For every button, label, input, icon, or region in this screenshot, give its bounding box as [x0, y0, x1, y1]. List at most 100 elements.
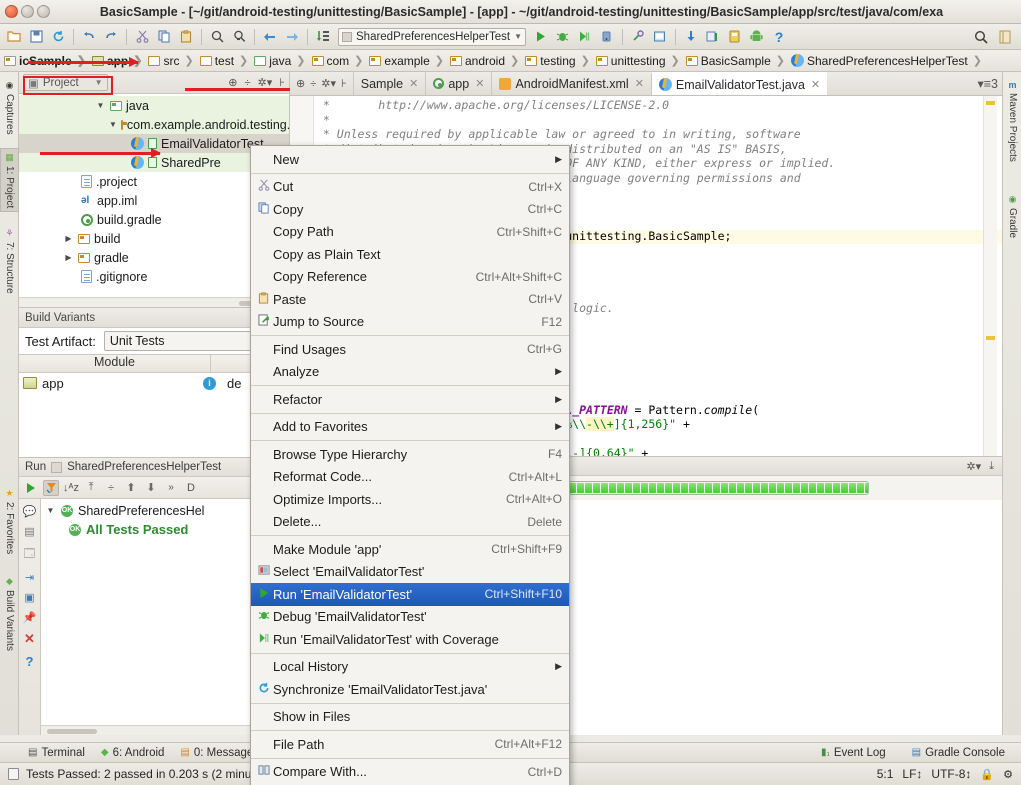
lock-icon[interactable]: 🔒	[980, 768, 994, 781]
project-horizontal-scrollbar[interactable]	[19, 297, 289, 307]
help-icon[interactable]: ?	[769, 27, 789, 47]
breadcrumb-item-test[interactable]: test ❯	[198, 54, 253, 68]
menu-item-cut[interactable]: Cut Ctrl+X	[251, 176, 569, 199]
menu-item-copy-path[interactable]: Copy Path Ctrl+Shift+C	[251, 221, 569, 244]
replace-icon[interactable]	[229, 27, 249, 47]
sync-project-icon[interactable]	[725, 27, 745, 47]
editor-tab-overflow[interactable]: ▾≡3	[977, 76, 1002, 91]
breadcrumb-item-testing[interactable]: testing ❯	[523, 54, 594, 68]
maximize-window-icon[interactable]	[37, 5, 50, 18]
minimize-window-icon[interactable]	[21, 5, 34, 18]
scrollbar-thumb[interactable]	[47, 729, 97, 734]
bottom-item-android[interactable]: ◆ 6: Android	[95, 746, 171, 760]
vcs-commit-icon[interactable]	[703, 27, 723, 47]
breadcrumb-item-unittesting[interactable]: unittesting ❯	[594, 54, 684, 68]
menu-item-show-in-files[interactable]: Show in Files	[251, 706, 569, 729]
menu-item-optimize-imports[interactable]: Optimize Imports... Ctrl+Alt+O	[251, 488, 569, 511]
expand-twisty-icon[interactable]: ▼	[95, 101, 106, 110]
menu-item-analyze[interactable]: Analyze ▶	[251, 361, 569, 384]
open-icon[interactable]	[4, 27, 24, 47]
warning-marker[interactable]	[986, 336, 995, 340]
project-view-selector[interactable]: ▣ Project ▼	[23, 74, 108, 91]
tree-row-app-iml[interactable]: ǝl app.iml	[19, 191, 289, 210]
paste-icon[interactable]	[176, 27, 196, 47]
warning-marker[interactable]	[986, 101, 995, 105]
run-with-coverage-button[interactable]	[575, 27, 595, 47]
cut-icon[interactable]	[132, 27, 152, 47]
menu-item-find-usages[interactable]: Find Usages Ctrl+G	[251, 338, 569, 361]
search-everywhere-icon[interactable]	[971, 27, 991, 47]
close-icon[interactable]: ✕	[24, 631, 35, 647]
tree-row-build[interactable]: ▶ build	[19, 229, 289, 248]
hector-icon[interactable]: ⚙	[1003, 768, 1013, 781]
table-row[interactable]: app i de	[19, 373, 289, 393]
toggle-filter-icon[interactable]	[43, 479, 59, 496]
close-tab-icon[interactable]: ✕	[635, 77, 644, 90]
copy-icon[interactable]	[154, 27, 174, 47]
tree-row-package[interactable]: ▼ com.example.android.testing.unittestin…	[19, 115, 366, 134]
more-icon[interactable]: »	[163, 480, 179, 496]
editor-tab-manifest[interactable]: AndroidManifest.xml ✕	[491, 72, 650, 95]
menu-item-refactor[interactable]: Refactor ▶	[251, 388, 569, 411]
bottom-item-terminal[interactable]: ▤ Terminal	[22, 746, 91, 760]
run-toolbar-extra-label[interactable]: D	[183, 480, 199, 496]
menu-item-add-to-favorites[interactable]: Add to Favorites ▶	[251, 416, 569, 439]
menu-item-new[interactable]: New ▶	[251, 148, 569, 171]
sync-icon[interactable]	[48, 27, 68, 47]
sort-icon[interactable]	[313, 27, 333, 47]
menu-item-run-test[interactable]: Run 'EmailValidatorTest' Ctrl+Shift+F10	[251, 583, 569, 606]
menu-item-copy-as-plain-text[interactable]: Copy as Plain Text	[251, 243, 569, 266]
menu-item-paste[interactable]: Paste Ctrl+V	[251, 288, 569, 311]
breadcrumb-item-src[interactable]: src ❯	[146, 54, 197, 68]
dump-icon[interactable]: ▤	[24, 525, 34, 538]
search-icon[interactable]	[207, 27, 227, 47]
tree-row-java[interactable]: ▼ java	[19, 96, 289, 115]
hide-icon[interactable]: ⊦	[341, 77, 347, 90]
collapse-all-icon[interactable]: ÷	[103, 480, 119, 496]
collapse-all-icon[interactable]: ÷	[310, 78, 316, 90]
info-icon[interactable]: i	[203, 376, 216, 390]
sidebar-item-project[interactable]: ▦ 1: Project	[0, 148, 19, 212]
menu-item-copy-reference[interactable]: Copy Reference Ctrl+Alt+Shift+C	[251, 266, 569, 289]
debug-button[interactable]	[553, 27, 573, 47]
tree-row-build-gradle[interactable]: build.gradle	[19, 210, 289, 229]
menu-item-compare-with[interactable]: Compare With... Ctrl+D	[251, 761, 569, 784]
breadcrumb-item-android[interactable]: android ❯	[448, 54, 523, 68]
menu-item-reformat-code[interactable]: Reformat Code... Ctrl+Alt+L	[251, 466, 569, 489]
caret-position[interactable]: 5:1	[877, 767, 894, 781]
editor-marker-bar[interactable]	[983, 96, 997, 456]
redo-icon[interactable]	[101, 27, 121, 47]
layout-inspector-icon[interactable]	[995, 27, 1015, 47]
export-icon[interactable]: ⤓	[989, 460, 994, 473]
breadcrumb-item-com[interactable]: com ❯	[310, 54, 368, 68]
run-configuration-selector[interactable]: SharedPreferencesHelperTest ▼	[338, 27, 526, 46]
menu-item-browse-type-hierarchy[interactable]: Browse Type Hierarchy F4	[251, 443, 569, 466]
expand-all-icon[interactable]: ⤒	[83, 480, 99, 496]
screenshot-icon[interactable]: 🗔	[24, 545, 36, 564]
menu-item-synchronize[interactable]: Synchronize 'EmailValidatorTest.java'	[251, 678, 569, 701]
editor-tab-emailvalidatortest[interactable]: EmailValidatorTest.java ✕	[650, 72, 828, 95]
breadcrumb-item-java[interactable]: java ❯	[252, 54, 309, 68]
menu-item-delete[interactable]: Delete... Delete	[251, 511, 569, 534]
menu-item-file-path[interactable]: File Path Ctrl+Alt+F12	[251, 733, 569, 756]
tree-row-project-file[interactable]: .project	[19, 172, 289, 191]
back-icon[interactable]	[260, 27, 280, 47]
breadcrumb-item-example[interactable]: example ❯	[367, 54, 448, 68]
status-indicator-icon[interactable]	[8, 768, 19, 780]
close-tab-icon[interactable]: ✕	[409, 77, 418, 90]
settings-icon[interactable]: ✲▾	[321, 77, 336, 90]
close-window-icon[interactable]	[5, 5, 18, 18]
expand-twisty-icon[interactable]: ▶	[63, 253, 74, 262]
console-icon[interactable]: ▣	[24, 591, 34, 604]
menu-item-run-with-coverage[interactable]: Run 'EmailValidatorTest' with Coverage	[251, 628, 569, 651]
sidebar-item-structure[interactable]: ⚘ 7: Structure	[0, 224, 19, 302]
close-tab-icon[interactable]: ✕	[475, 77, 484, 90]
vcs-update-icon[interactable]	[681, 27, 701, 47]
run-button[interactable]	[531, 27, 551, 47]
column-header-module[interactable]: Module	[19, 355, 211, 372]
sidebar-item-build-variants[interactable]: ◆ Build Variants	[0, 572, 19, 668]
tree-row-gitignore[interactable]: .gitignore	[19, 267, 289, 286]
expand-twisty-icon[interactable]: ▼	[45, 506, 56, 515]
save-icon[interactable]	[26, 27, 46, 47]
help-icon[interactable]: ?	[26, 654, 34, 669]
